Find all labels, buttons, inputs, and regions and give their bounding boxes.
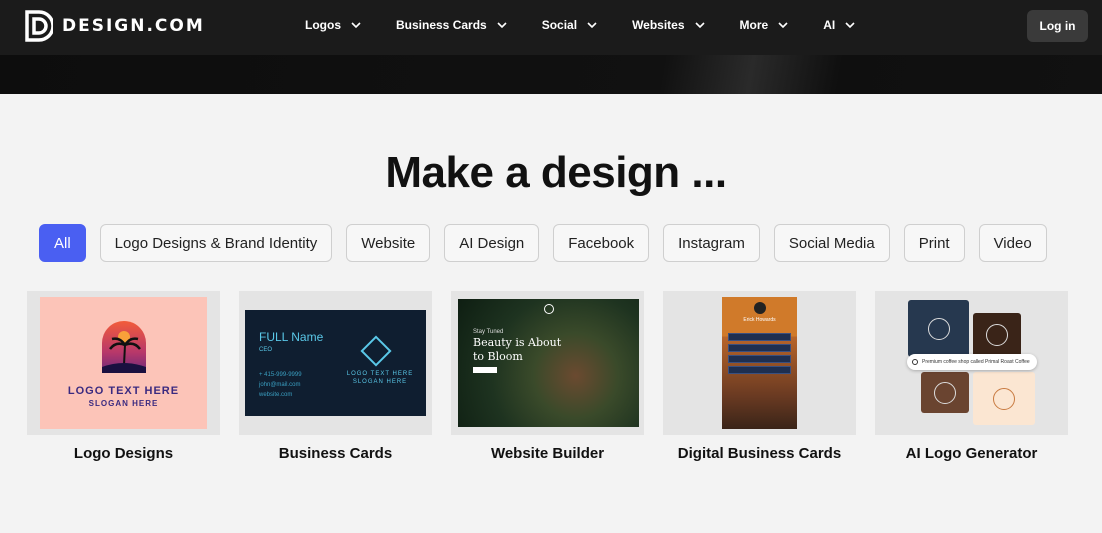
chevron-down-icon — [694, 22, 705, 29]
card-thumbnail: Premium coffee shop called Primal Roast … — [875, 291, 1068, 435]
card-thumbnail: Stay Tuned Beauty is About to Bloom — [451, 291, 644, 435]
brand-name: DESIGN.COM — [62, 16, 205, 36]
nav-item-label: Business Cards — [396, 18, 487, 32]
filter-chip-ai-design[interactable]: AI Design — [444, 224, 540, 262]
nav-item-ai[interactable]: AI — [823, 18, 855, 32]
card-logo-text: LOGO TEXT HERE SLOGAN HERE — [345, 370, 415, 386]
coffee-emblem-icon — [927, 317, 950, 340]
card-thumbnail: LOGO TEXT HERE SLOGAN HERE — [27, 291, 220, 435]
search-icon — [912, 359, 918, 365]
nav-item-business-cards[interactable]: Business Cards — [396, 18, 507, 32]
nav-item-logos[interactable]: Logos — [305, 18, 361, 32]
site-cta-button — [473, 367, 497, 373]
slogan-text: SLOGAN HERE — [88, 399, 159, 408]
digital-card-name: Erick Howards — [743, 317, 776, 323]
chevron-down-icon — [778, 22, 788, 29]
card-role: CEO — [259, 347, 273, 353]
nav-item-label: More — [739, 18, 769, 32]
coffee-logo-sample — [908, 300, 969, 357]
contact-row — [728, 333, 791, 341]
card-thumbnail: FULL Name CEO + 415-999-9999 john@mail.c… — [239, 291, 432, 435]
filter-chip-all[interactable]: All — [39, 224, 86, 262]
nav-item-label: Logos — [305, 18, 341, 32]
filter-chip-social-media[interactable]: Social Media — [773, 224, 890, 262]
palm-sunset-logo-icon — [102, 321, 146, 373]
business-card-preview: FULL Name CEO + 415-999-9999 john@mail.c… — [245, 310, 426, 416]
main-nav: Logos Business Cards Social Websites Mor… — [305, 0, 855, 50]
card-label: Digital Business Cards — [677, 445, 842, 462]
card-label: Business Cards — [278, 445, 393, 462]
coffee-emblem-icon — [993, 387, 1015, 410]
nav-item-label: Social — [541, 18, 578, 32]
chevron-down-icon — [587, 22, 597, 29]
chevron-down-icon — [497, 22, 507, 29]
nav-item-social[interactable]: Social — [542, 18, 597, 32]
card-contact: + 415-999-9999 john@mail.com website.com — [259, 370, 302, 400]
ai-prompt-pill: Premium coffee shop called Primal Roast … — [907, 354, 1037, 370]
brand-logo[interactable]: DESIGN.COM — [25, 10, 205, 42]
card-name: FULL Name — [259, 330, 324, 344]
coffee-emblem-icon — [934, 381, 956, 404]
chevron-down-icon — [351, 22, 361, 29]
filter-chip-instagram[interactable]: Instagram — [663, 224, 760, 262]
coffee-logo-sample — [973, 372, 1035, 425]
coffee-emblem-icon — [986, 324, 1008, 346]
nav-item-more[interactable]: More — [740, 18, 789, 32]
page-title: Make a design ... — [385, 148, 727, 197]
nav-item-label: AI — [823, 18, 836, 32]
site-crest-icon — [544, 304, 554, 314]
card-label: AI Logo Generator — [905, 445, 1038, 462]
filter-chip-facebook[interactable]: Facebook — [553, 224, 650, 262]
card-business-cards[interactable]: FULL Name CEO + 415-999-9999 john@mail.c… — [239, 291, 432, 462]
logo-text: LOGO TEXT HERE — [346, 371, 414, 377]
contact-row — [728, 355, 791, 363]
design-logo-icon — [25, 10, 53, 42]
website-template-preview: Stay Tuned Beauty is About to Bloom — [458, 299, 639, 427]
hero-banner-strip — [0, 55, 1102, 94]
card-website-builder[interactable]: Stay Tuned Beauty is About to Bloom Webs… — [451, 291, 644, 462]
filter-chip-video[interactable]: Video — [978, 224, 1047, 262]
emblem-icon — [360, 335, 392, 367]
card-email: john@mail.com — [259, 382, 301, 388]
filter-chip-logo-designs[interactable]: Logo Designs & Brand Identity — [99, 224, 333, 262]
card-website: website.com — [259, 392, 293, 398]
card-logo-designs[interactable]: LOGO TEXT HERE SLOGAN HERE Logo Designs — [27, 291, 220, 462]
login-button[interactable]: Log in — [1027, 10, 1088, 42]
nav-item-websites[interactable]: Websites — [632, 18, 705, 32]
design-type-cards: LOGO TEXT HERE SLOGAN HERE Logo Designs … — [27, 291, 1087, 462]
card-label: Logo Designs — [73, 445, 174, 462]
avatar — [754, 302, 766, 314]
site-headline: Beauty is About to Bloom — [473, 336, 562, 363]
card-digital-business-cards[interactable]: Erick Howards Digital Business Cards — [663, 291, 856, 462]
contact-row — [728, 366, 791, 374]
chevron-down-icon — [845, 22, 855, 29]
contact-row — [728, 344, 791, 352]
slogan-text: SLOGAN HERE — [352, 379, 408, 385]
ai-prompt-text: Premium coffee shop called Primal Roast … — [922, 359, 1030, 365]
site-kicker: Stay Tuned — [473, 329, 504, 335]
top-navigation-bar: DESIGN.COM Logos Business Cards Social W… — [0, 0, 1102, 55]
filter-chip-website[interactable]: Website — [346, 224, 431, 262]
logo-text: LOGO TEXT HERE — [67, 385, 180, 397]
card-phone: + 415-999-9999 — [259, 372, 302, 378]
logo-template-preview: LOGO TEXT HERE SLOGAN HERE — [40, 297, 207, 429]
category-filter-bar: All Logo Designs & Brand Identity Websit… — [39, 224, 1061, 262]
card-ai-logo-generator[interactable]: Premium coffee shop called Primal Roast … — [875, 291, 1068, 462]
card-thumbnail: Erick Howards — [663, 291, 856, 435]
digital-card-preview: Erick Howards — [722, 297, 797, 429]
filter-chip-print[interactable]: Print — [903, 224, 965, 262]
coffee-logo-sample — [921, 372, 969, 413]
card-label: Website Builder — [490, 445, 605, 462]
nav-item-label: Websites — [632, 18, 685, 32]
coffee-logo-sample — [973, 313, 1021, 357]
